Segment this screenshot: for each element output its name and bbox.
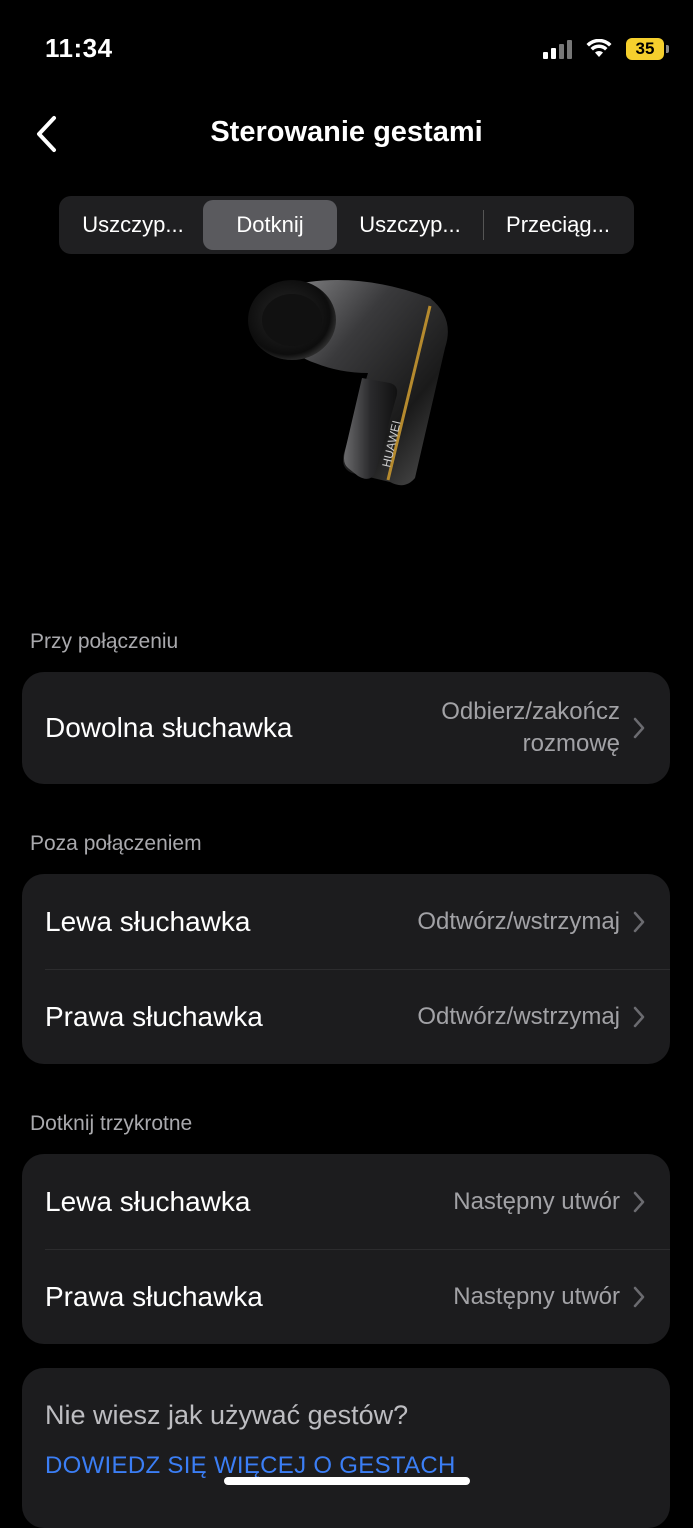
earbud-image: HUAWEI bbox=[240, 268, 460, 498]
battery-level: 35 bbox=[626, 38, 664, 60]
battery-icon: 35 bbox=[626, 38, 669, 60]
nav-bar: Sterowanie gestami bbox=[0, 100, 693, 170]
status-icons: 35 bbox=[543, 38, 669, 60]
learn-more-link[interactable]: DOWIEDZ SIĘ WIĘCEJ O GESTACH bbox=[45, 1452, 456, 1480]
row-right-earbud[interactable]: Prawa słuchawka Następny utwór bbox=[22, 1250, 670, 1344]
no-call-card: Lewa słuchawka Odtwórz/wstrzymaj Prawa s… bbox=[22, 874, 670, 1064]
row-value: Odtwórz/wstrzymaj bbox=[417, 1003, 620, 1030]
cellular-signal-icon bbox=[543, 39, 572, 59]
status-bar: 11:34 35 bbox=[0, 0, 693, 100]
chevron-right-icon bbox=[633, 717, 645, 739]
tab-swipe[interactable]: Przeciąg... bbox=[484, 200, 632, 250]
section-title-triple-tap: Dotknij trzykrotne bbox=[30, 1112, 193, 1135]
triple-tap-card: Lewa słuchawka Następny utwór Prawa słuc… bbox=[22, 1154, 670, 1344]
tab-pinch-1[interactable]: Uszczyp... bbox=[63, 200, 203, 250]
section-title-call: Przy połączeniu bbox=[30, 630, 179, 653]
row-label: Lewa słuchawka bbox=[45, 1185, 251, 1217]
row-label: Prawa słuchawka bbox=[45, 1281, 263, 1312]
call-card: Dowolna słuchawka Odbierz/zakończ rozmow… bbox=[22, 672, 670, 784]
section-title-no-call: Poza połączeniem bbox=[30, 832, 202, 855]
row-label: Prawa słuchawka bbox=[45, 1001, 263, 1032]
chevron-right-icon bbox=[633, 1191, 645, 1212]
status-time: 11:34 bbox=[45, 33, 113, 63]
chevron-right-icon bbox=[633, 1286, 645, 1308]
home-indicator[interactable] bbox=[224, 1477, 470, 1485]
row-value: Następny utwór bbox=[453, 1283, 620, 1310]
tab-pinch-2[interactable]: Uszczyp... bbox=[337, 200, 483, 250]
wifi-icon bbox=[586, 39, 612, 57]
row-left-earbud[interactable]: Lewa słuchawka Odtwórz/wstrzymaj bbox=[22, 874, 670, 969]
row-value: Następny utwór bbox=[453, 1187, 620, 1215]
chevron-right-icon bbox=[633, 1006, 645, 1028]
tab-tap[interactable]: Dotknij bbox=[203, 200, 337, 250]
gesture-tabs: Uszczyp... Dotknij Uszczyp... Przeciąg..… bbox=[59, 196, 634, 254]
row-right-earbud[interactable]: Prawa słuchawka Odtwórz/wstrzymaj bbox=[22, 970, 670, 1064]
page-title: Sterowanie gestami bbox=[210, 116, 483, 148]
row-label: Lewa słuchawka bbox=[45, 905, 251, 937]
row-left-earbud[interactable]: Lewa słuchawka Następny utwór bbox=[22, 1154, 670, 1249]
chevron-right-icon bbox=[633, 911, 645, 932]
gesture-help-card: Nie wiesz jak używać gestów? DOWIEDZ SIĘ… bbox=[22, 1368, 670, 1528]
help-question: Nie wiesz jak używać gestów? bbox=[45, 1400, 409, 1430]
row-any-earbud[interactable]: Dowolna słuchawka Odbierz/zakończ rozmow… bbox=[22, 672, 670, 784]
row-value: Odbierz/zakończ rozmowę bbox=[441, 698, 620, 757]
row-value: Odtwórz/wstrzymaj bbox=[417, 907, 620, 935]
row-label: Dowolna słuchawka bbox=[45, 712, 293, 743]
